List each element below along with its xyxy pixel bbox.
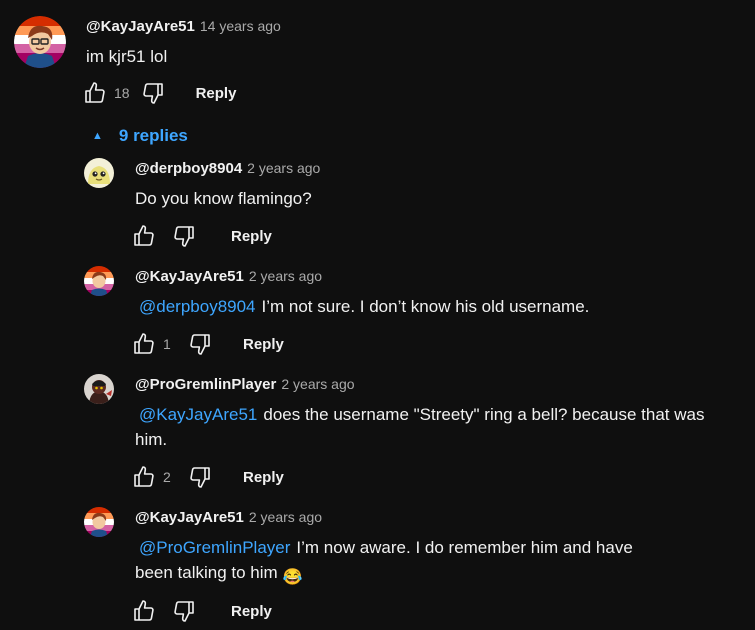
reply-body: I’m not sure. I don’t know his old usern… [261, 297, 590, 316]
dislike-button[interactable] [187, 331, 213, 357]
reply-text: Do you know flamingo? [135, 186, 735, 211]
reply-author[interactable]: @derpboy8904 [135, 160, 242, 177]
reply-button[interactable]: Reply [231, 228, 272, 245]
avatar[interactable] [14, 16, 66, 68]
reply-text: @ProGremlinPlayer I’m now aware. I do rem… [135, 535, 675, 588]
reply-author[interactable]: @KayJayAre51 [135, 268, 244, 285]
reply-header: @KayJayAre51 2 years ago [135, 509, 322, 526]
avatar-kayjayare51-image [84, 507, 114, 537]
thumbs-up-icon [134, 333, 154, 354]
like-count: 1 [163, 336, 171, 352]
reply-actions: 1 Reply [131, 331, 284, 357]
reply-text: @KayJayAre51 does the username "Streety" … [135, 402, 715, 452]
reply-body: Do you know flamingo? [135, 189, 312, 208]
thumbs-down-icon [190, 334, 210, 355]
mention-link[interactable]: @KayJayAre51 [139, 405, 257, 424]
like-button[interactable] [131, 331, 157, 357]
comment-timestamp[interactable]: 14 years ago [200, 18, 281, 34]
thumbs-down-icon [174, 601, 194, 622]
avatar[interactable] [84, 507, 114, 537]
reply-header: @KayJayAre51 2 years ago [135, 268, 322, 285]
comment-author[interactable]: @KayJayAre51 [86, 18, 195, 35]
like-button[interactable] [131, 464, 157, 490]
dislike-button[interactable] [140, 80, 166, 106]
thumbs-up-icon [134, 600, 154, 621]
dislike-button[interactable] [171, 598, 197, 624]
avatar-derpboy8904-image [84, 158, 114, 188]
reply-timestamp[interactable]: 2 years ago [249, 268, 322, 284]
thumbs-down-icon [190, 467, 210, 488]
like-count: 2 [163, 469, 171, 485]
avatar-kayjayare51-image [84, 266, 114, 296]
thumbs-down-icon [174, 226, 194, 247]
reply-button[interactable]: Reply [231, 603, 272, 620]
thumbs-up-icon [85, 82, 105, 103]
reply-button[interactable]: Reply [243, 336, 284, 353]
reply-timestamp[interactable]: 2 years ago [281, 376, 354, 392]
caret-up-icon: ▲ [92, 130, 103, 142]
reply-button[interactable]: Reply [196, 85, 237, 102]
mention-link[interactable]: @derpboy8904 [139, 297, 256, 316]
replies-toggle-label: 9 replies [118, 126, 188, 145]
avatar-progremlinplayer-image [84, 374, 114, 404]
reply-actions: Reply [131, 223, 272, 249]
like-count: 18 [114, 85, 130, 101]
reply-header: @ProGremlinPlayer 2 years ago [135, 376, 355, 393]
like-button[interactable] [131, 223, 157, 249]
thumbs-down-icon [142, 83, 163, 104]
reply-actions: Reply [131, 598, 272, 624]
like-button[interactable] [131, 598, 157, 624]
avatar[interactable] [84, 158, 114, 188]
comment-header: @KayJayAre51 14 years ago [86, 18, 281, 35]
mention-link[interactable]: @ProGremlinPlayer [139, 538, 290, 557]
reply-text: @derpboy8904 I’m not sure. I don’t know h… [135, 294, 735, 319]
reply-timestamp[interactable]: 2 years ago [247, 160, 320, 176]
like-button[interactable] [82, 80, 108, 106]
comment-text: im kjr51 lol [86, 47, 168, 66]
reply-timestamp[interactable]: 2 years ago [249, 509, 322, 525]
laughing-emoji-icon: 😂 [282, 569, 303, 586]
reply-actions: 2 Reply [131, 464, 284, 490]
reply-button[interactable]: Reply [243, 469, 284, 486]
thumbs-up-icon [134, 225, 154, 246]
reply-author[interactable]: @KayJayAre51 [135, 509, 244, 526]
comment-actions: 18 Reply [82, 80, 236, 106]
reply-header: @derpboy8904 2 years ago [135, 160, 320, 177]
dislike-button[interactable] [187, 464, 213, 490]
thumbs-up-icon [134, 466, 154, 487]
replies-toggle[interactable]: ▲ 9 replies [92, 124, 188, 148]
reply-author[interactable]: @ProGremlinPlayer [135, 376, 276, 393]
avatar[interactable] [84, 374, 114, 404]
avatar-kayjayare51-image [14, 16, 66, 68]
avatar[interactable] [84, 266, 114, 296]
dislike-button[interactable] [171, 223, 197, 249]
